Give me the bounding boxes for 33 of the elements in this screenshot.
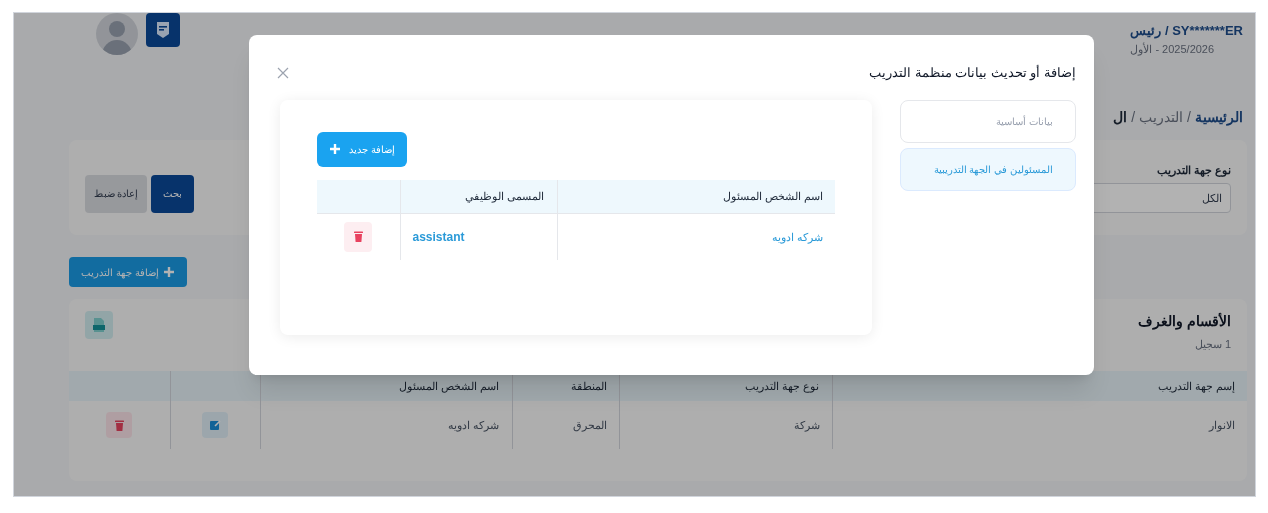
breadcrumb-item[interactable]: الرئيسية xyxy=(1195,107,1243,128)
reset-button[interactable]: إعادة ضبط xyxy=(85,174,147,213)
modal-title: إضافة أو تحديث بيانات منظمة التدريب xyxy=(868,64,1076,83)
record-count: 1 سجيل xyxy=(1193,337,1231,352)
column-header: اسم الشخص المسئول xyxy=(557,179,835,214)
table-cell: شركة xyxy=(793,418,820,431)
close-icon[interactable] xyxy=(277,67,289,79)
plus-icon xyxy=(162,266,175,278)
filter-label: نوع جهة التدريب xyxy=(1155,163,1231,179)
section-title: الأقسام والغرف xyxy=(1138,311,1231,332)
avatar-icon[interactable] xyxy=(96,13,138,55)
plus-icon xyxy=(329,143,341,155)
excel-export-icon[interactable] xyxy=(85,311,113,339)
person-name-link[interactable]: شركه ادويه xyxy=(771,230,823,243)
search-button[interactable]: بحث xyxy=(151,174,194,213)
breadcrumb-separator: / xyxy=(1131,108,1136,127)
breadcrumb-separator: / xyxy=(1187,108,1191,127)
table-cell: شركه ادويه xyxy=(448,418,500,431)
edit-icon[interactable] xyxy=(202,412,228,438)
table-cell: الانوار xyxy=(1209,418,1235,431)
delete-icon[interactable] xyxy=(106,412,133,438)
table-cell: المحرق xyxy=(572,418,607,431)
add-training-entity-button[interactable]: إضافة جهة التدريب xyxy=(69,257,187,287)
modal-tab[interactable]: بيانات أساسية xyxy=(900,99,1076,143)
breadcrumb-item: ال xyxy=(1113,108,1128,127)
user-title: SY*******ER / رئيس xyxy=(1130,22,1243,41)
breadcrumb-item[interactable]: التدريب xyxy=(1139,107,1184,128)
chat-icon[interactable] xyxy=(146,13,180,47)
modal-tab[interactable]: المسئولين في الجهة التدريبية xyxy=(900,147,1076,191)
term-label: 2025/2026 - الأول xyxy=(1130,41,1215,57)
delete-icon[interactable] xyxy=(344,221,373,252)
job-title-text: assistant xyxy=(412,229,465,244)
add-new-button[interactable]: إضافة جديد xyxy=(317,131,407,167)
